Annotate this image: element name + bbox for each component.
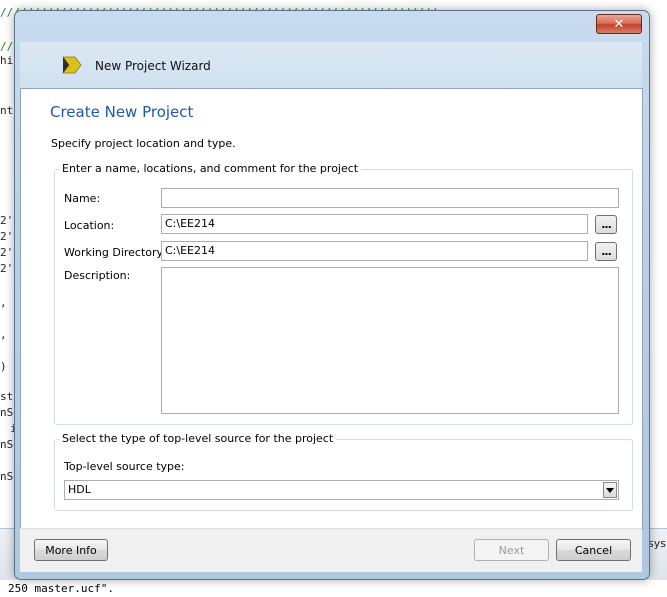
code-line: nS — [0, 438, 14, 451]
background-side-text: sys — [648, 537, 666, 550]
working-directory-browse-button[interactable]: ... — [595, 242, 617, 261]
location-label: Location: — [64, 219, 115, 232]
code-line: , — [0, 296, 7, 309]
code-line: 2' — [0, 262, 14, 275]
more-info-button[interactable]: More Info — [34, 539, 108, 561]
wizard-header: New Project Wizard — [20, 42, 642, 88]
project-details-legend: Enter a name, locations, and comment for… — [59, 162, 362, 175]
background-status-line: 250 master.ucf". — [0, 580, 667, 597]
code-line: 2' — [0, 214, 14, 227]
wizard-page: Create New Project Specify project locat… — [20, 88, 643, 530]
working-directory-field[interactable]: C:\EE214 — [161, 241, 588, 261]
page-title: Create New Project — [50, 103, 194, 121]
name-label: Name: — [64, 192, 101, 205]
description-textarea[interactable] — [161, 267, 619, 414]
location-browse-button[interactable]: ... — [595, 215, 617, 234]
top-level-source-type-label: Top-level source type: — [64, 460, 185, 473]
code-line: nt — [0, 104, 14, 117]
location-field[interactable]: C:\EE214 — [161, 214, 588, 234]
page-subtitle: Specify project location and type. — [51, 137, 236, 150]
code-line: ) — [0, 360, 7, 373]
selected-value: HDL — [68, 483, 91, 496]
description-label: Description: — [64, 269, 131, 282]
code-line: 2' — [0, 246, 14, 259]
close-button[interactable]: ✕ — [596, 14, 642, 34]
code-line: nS — [0, 406, 14, 419]
top-level-source-type-select[interactable]: HDL — [64, 480, 619, 500]
source-type-group — [54, 439, 633, 511]
name-field[interactable] — [161, 188, 619, 208]
wizard-arrow-icon — [62, 56, 82, 74]
dropdown-arrow-icon[interactable] — [603, 482, 617, 498]
code-line: 2' — [0, 230, 14, 243]
code-line: hi — [0, 54, 14, 67]
code-line: st — [0, 390, 14, 403]
status-text: 250 master.ucf". — [8, 582, 114, 595]
button-bar: More Info Next Cancel — [20, 528, 642, 572]
cancel-button[interactable]: Cancel — [556, 539, 631, 561]
next-button[interactable]: Next — [474, 539, 549, 561]
code-line: nS — [0, 470, 14, 483]
code-line: // — [0, 40, 14, 53]
source-type-legend: Select the type of top-level source for … — [59, 432, 337, 445]
code-line: , — [0, 328, 7, 341]
window-title: New Project Wizard — [95, 59, 211, 73]
working-directory-label: Working Directory: — [64, 246, 166, 259]
